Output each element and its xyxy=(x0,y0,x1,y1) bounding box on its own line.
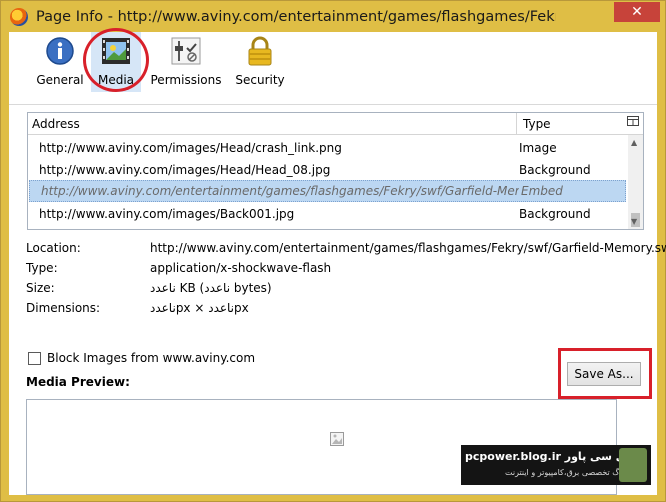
highlight-box: Save As... xyxy=(558,348,652,399)
dialog-body: General Media Permissions Security Addre… xyxy=(9,28,666,495)
media-preview-label: Media Preview: xyxy=(26,375,130,389)
broken-image-icon xyxy=(330,432,344,449)
permissions-icon xyxy=(170,35,202,67)
table-row[interactable]: http://www.aviny.com/images/Back001.jpg … xyxy=(28,203,628,225)
row-type: Embed xyxy=(521,184,563,198)
block-images-option[interactable]: Block Images from www.aviny.com xyxy=(28,351,255,365)
close-button[interactable]: ✕ xyxy=(614,2,660,22)
location-value: http://www.aviny.com/entertainment/games… xyxy=(150,241,666,255)
dimensions-label: Dimensions: xyxy=(26,301,101,315)
lock-icon xyxy=(244,35,276,67)
tab-security-label: Security xyxy=(235,73,285,87)
tab-permissions-label: Permissions xyxy=(150,73,222,87)
table-row-selected[interactable]: http://www.aviny.com/entertainment/games… xyxy=(29,180,626,202)
watermark-title: pcpower.blog.ir پی سی پاور xyxy=(465,450,632,463)
page-info-tabs: General Media Permissions Security xyxy=(9,28,657,92)
window-title: Page Info - http://www.aviny.com/enterta… xyxy=(36,8,556,25)
media-list-header: Address Type xyxy=(28,113,643,135)
scroll-down-icon[interactable]: ▼ xyxy=(631,217,637,226)
size-label: Size: xyxy=(26,281,55,295)
column-header-type[interactable]: Type xyxy=(517,113,627,134)
title-bar[interactable]: Page Info - http://www.aviny.com/enterta… xyxy=(1,1,665,32)
size-value: ناعدد KB (ناعدد bytes) xyxy=(150,281,272,295)
site-watermark: pcpower.blog.ir پی سی پاور وبلاگ تخصصی ب… xyxy=(461,445,651,485)
page-info-window: Page Info - http://www.aviny.com/enterta… xyxy=(0,0,666,502)
table-row[interactable]: http://www.aviny.com/images/Head/Head_08… xyxy=(28,159,628,181)
location-label: Location: xyxy=(26,241,81,255)
row-type: Image xyxy=(519,141,557,155)
tab-permissions[interactable]: Permissions xyxy=(149,32,223,92)
row-address: http://www.aviny.com/images/Head/Head_08… xyxy=(39,163,331,177)
type-label: Type: xyxy=(26,261,58,275)
dimensions-value: ناعددpx × ناعددpx xyxy=(150,301,249,315)
row-address: http://www.aviny.com/images/Head/crash_l… xyxy=(39,141,342,155)
media-list[interactable]: Address Type http://www.aviny.com/images… xyxy=(27,112,644,230)
vertical-scrollbar[interactable]: ▲ ▼ xyxy=(628,135,643,229)
row-type: Background xyxy=(519,207,591,221)
column-picker-icon[interactable] xyxy=(627,113,643,134)
block-images-checkbox[interactable] xyxy=(28,351,41,365)
tab-general[interactable]: General xyxy=(29,32,91,92)
block-images-label[interactable]: Block Images from www.aviny.com xyxy=(47,351,255,365)
firefox-icon xyxy=(10,7,28,26)
scroll-up-icon[interactable]: ▲ xyxy=(631,138,637,147)
info-icon xyxy=(44,35,76,67)
row-address: http://www.aviny.com/images/Back001.jpg xyxy=(39,207,295,221)
highlight-circle xyxy=(83,28,149,92)
avatar xyxy=(619,448,647,482)
tab-security[interactable]: Security xyxy=(227,32,293,92)
divider xyxy=(9,104,657,105)
watermark-subtitle: وبلاگ تخصصی برق،کامپیوتر و اینترنت xyxy=(505,468,631,477)
tab-media[interactable]: Media xyxy=(83,28,149,92)
row-address: http://www.aviny.com/entertainment/games… xyxy=(41,184,519,198)
row-type: Background xyxy=(519,163,591,177)
type-value: application/x-shockwave-flash xyxy=(150,261,332,275)
column-header-address[interactable]: Address xyxy=(28,113,517,134)
table-row[interactable]: http://www.aviny.com/images/Head/crash_l… xyxy=(28,137,628,159)
tab-general-label: General xyxy=(36,73,84,87)
save-as-button[interactable]: Save As... xyxy=(567,362,641,386)
